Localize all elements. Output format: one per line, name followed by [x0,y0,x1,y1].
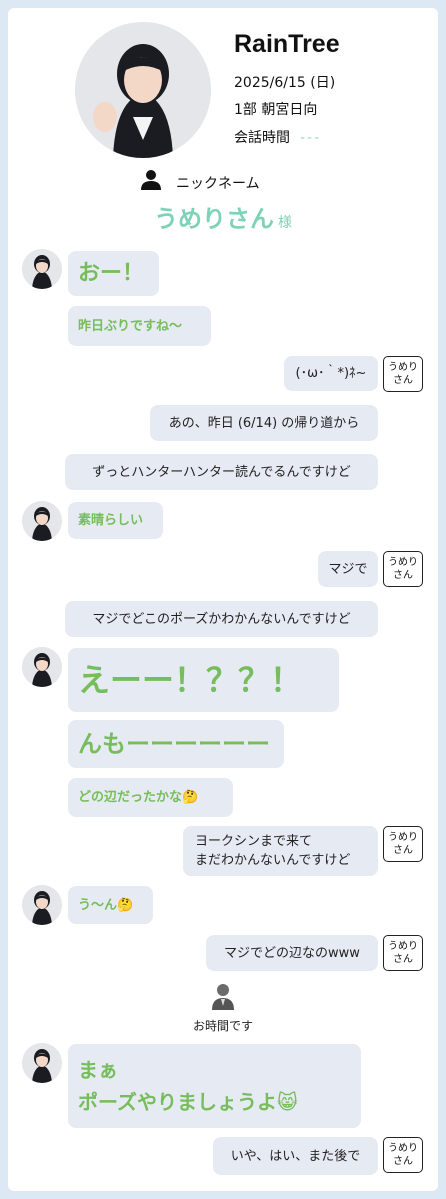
idol-message: んもーーーーーー [68,720,284,768]
idol-avatar [22,249,62,289]
user-message: マジで [318,551,378,587]
user-tag-line: うめり [388,1143,418,1154]
user-tag: うめり さん [383,356,423,392]
user-message: いや、はい、また後で [213,1137,378,1175]
idol-message: 昨日ぶりですね〜 [68,306,211,346]
idol-message: えーー！？？！ [68,648,339,712]
session-info: 1部 朝宮日向 [234,102,318,118]
user-message: ずっとハンターハンター読んでるんですけど [65,454,378,490]
page-title: RainTree [234,30,340,58]
user-tag-line: うめり [388,832,418,843]
user-tag-line: うめり [388,557,418,568]
idol-message: まぁポーズやりましょうよ😸 [68,1044,361,1128]
user-message-line: まだわかんないんですけど [195,853,351,868]
idol-avatar [22,1043,62,1083]
idol-avatar [22,647,62,687]
user-tag-line: さん [393,375,413,386]
nickname-value: うめりさん [154,205,274,233]
user-tag-line: うめり [388,362,418,373]
idol-message-line: ポーズやりましょうよ😸 [78,1090,298,1114]
talk-time-value: --- [300,130,322,146]
idol-avatar [22,885,62,925]
user-tag-line: さん [393,1156,413,1167]
user-message: あの、昨日 (6/14) の帰り道から [150,405,378,441]
talk-time-label: 会話時間 [234,130,290,146]
idol-message: どの辺だったかな🤔 [68,778,233,817]
user-message: マジでどこのポーズかわかんないんですけど [65,601,378,637]
person-icon [140,169,162,195]
user-tag: うめり さん [383,826,423,862]
user-tag: うめり さん [383,1137,423,1173]
user-tag-line: うめり [388,941,418,952]
staff-icon [210,982,236,1014]
nickname: うめりさん様 [154,199,292,234]
idol-avatar-large [75,22,211,158]
system-notice: お時間です [192,1019,253,1033]
idol-avatar [22,501,62,541]
talk-time: 会話時間 --- [234,127,321,147]
idol-message: う〜ん🤔 [68,886,153,924]
user-tag: うめり さん [383,551,423,587]
user-message: ヨークシンまで来てまだわかんないんですけど [183,826,378,876]
user-message-line: ヨークシンまで来て [195,834,313,849]
user-tag: うめり さん [383,935,423,971]
idol-message: 素晴らしい [68,502,163,539]
user-message: マジでどの辺なのwww [206,935,378,971]
user-message: (･ω･｀*)ﾈ~ [284,356,378,391]
idol-message-line: まぁ [78,1058,118,1082]
idol-message: おー！ [68,251,159,296]
user-tag-line: さん [393,954,413,965]
user-tag-line: さん [393,845,413,856]
nickname-suffix: 様 [278,215,292,231]
session-date: 2025/6/15 (日) [234,75,336,91]
user-tag-line: さん [393,570,413,581]
nickname-label: ニックネーム [176,176,260,192]
